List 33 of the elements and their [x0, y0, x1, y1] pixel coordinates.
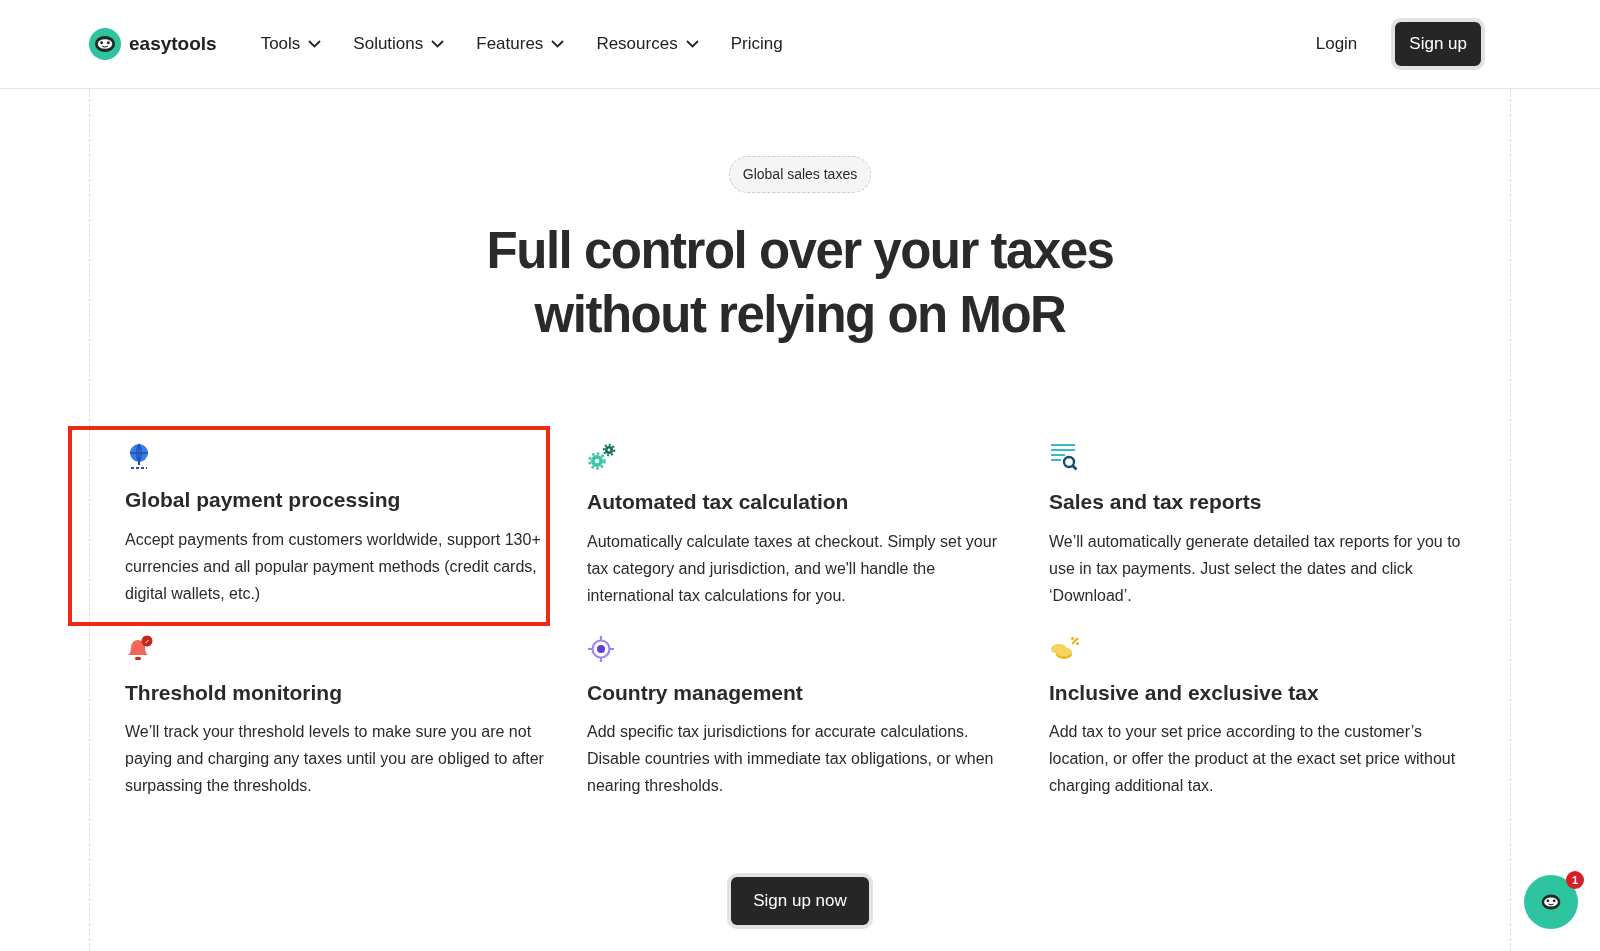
report-search-icon — [1049, 442, 1079, 472]
page-heading: Full control over your taxes without relying on MoR — [486, 221, 1114, 345]
nav-menu-item[interactable]: Tools — [260, 31, 322, 57]
sign-up-now-button[interactable]: Sign up now — [727, 873, 873, 929]
chevron-down-icon — [551, 40, 565, 48]
chat-button[interactable] — [1524, 875, 1578, 929]
brand-name[interactable]: easytools — [129, 29, 217, 59]
chevron-down-icon — [685, 40, 699, 48]
feature-description: Add specific tax jurisdictions for accurate calculations. Disable countries with immediate tax obligations, or when nearing thresholds. — [587, 722, 995, 796]
feature-title: Global payment processing — [125, 487, 402, 513]
nav-menu-item[interactable]: Features — [476, 31, 565, 57]
feature-description: We’ll automatically generate detailed tax reports for you to use in tax payments. Just select the dates and click ‘Download’. — [1049, 531, 1462, 606]
sloth-logo-icon — [89, 28, 121, 60]
nav-menu-item[interactable]: Resources — [596, 31, 699, 57]
chevron-down-icon — [431, 40, 445, 48]
sign-up-button[interactable]: Sign up — [1391, 18, 1485, 70]
feature-title: Threshold monitoring — [125, 679, 343, 706]
feature-description: We’ll track your threshold levels to make sure you are not paying and charging any taxes until you are obliged to after surpassing the thresholds. — [125, 722, 545, 796]
nav-menu-item[interactable]: Solutions — [353, 31, 445, 57]
feature-title: Sales and tax reports — [1049, 489, 1263, 515]
chevron-down-icon — [308, 40, 322, 48]
login-link[interactable]: Login — [1315, 31, 1358, 57]
feature-description: Automatically calculate taxes at checkout. Simply set your tax category and jurisdiction, and we'll handle the international tax calculations for you. — [587, 531, 998, 606]
section-badge: Global sales taxes — [728, 156, 872, 193]
feature-description: Accept payments from customers worldwide, support 130+ currencies and all popular payment methods (credit cards, digital wallets, etc.) — [125, 529, 542, 604]
feature-title: Automated tax calculation — [587, 489, 850, 515]
feature-title: Country management — [587, 679, 804, 706]
target-icon — [587, 634, 615, 663]
feature-description: Add tax to your set price according to the customer’s location, or offer the product at the exact set price without charging additional tax. — [1049, 722, 1457, 796]
feature-title: Inclusive and exclusive tax — [1049, 679, 1320, 706]
nav-menu-item[interactable]: Pricing — [730, 31, 783, 57]
gears-icon — [587, 442, 617, 472]
unread-count-badge: 1 — [1566, 871, 1584, 889]
